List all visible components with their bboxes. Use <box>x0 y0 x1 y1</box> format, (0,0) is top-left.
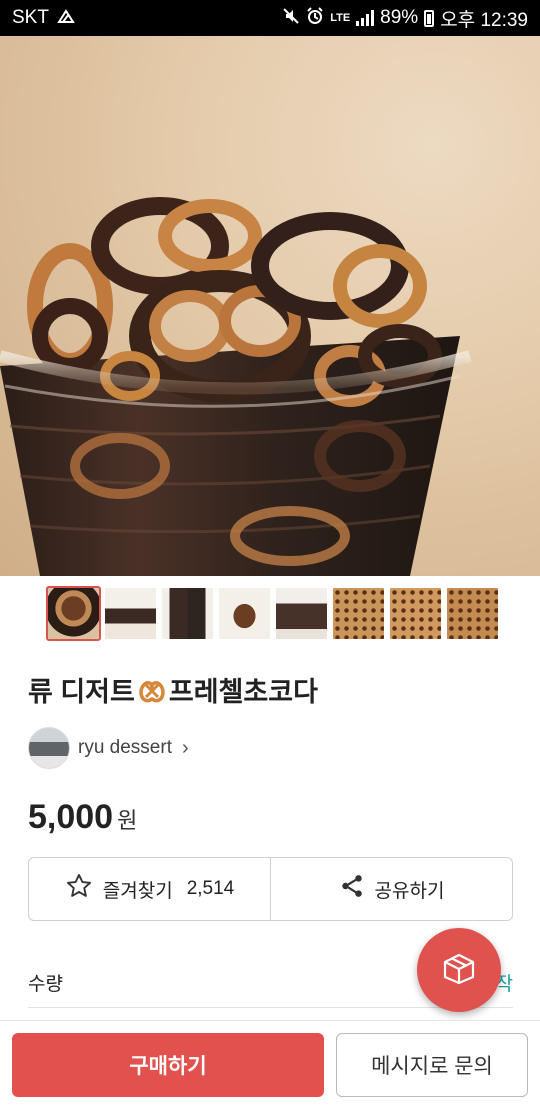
seller-avatar <box>28 727 70 769</box>
thumbnail-2[interactable] <box>105 588 156 639</box>
thumbnail-8[interactable] <box>447 588 498 639</box>
carrier-label: SKT <box>12 7 49 28</box>
share-icon <box>339 873 365 905</box>
favorite-count: 2,514 <box>186 878 235 899</box>
message-inquiry-button[interactable]: 메시지로 문의 <box>336 1033 528 1097</box>
product-main-image[interactable] <box>0 36 540 576</box>
favorite-button[interactable]: 즐겨찾기 2,514 <box>29 858 270 920</box>
box-icon <box>440 949 478 992</box>
network-label: LTE <box>330 11 351 24</box>
alarm-icon <box>306 6 324 30</box>
mute-icon <box>282 7 300 30</box>
clock: 오후 12:39 <box>440 9 528 31</box>
thumbnail-3[interactable] <box>162 588 213 639</box>
price-unit: 원 <box>117 808 138 833</box>
chevron-right-icon: › <box>181 736 189 759</box>
thumbnail-5[interactable] <box>276 588 327 639</box>
thumbnail-6[interactable] <box>333 588 384 639</box>
battery-icon <box>424 9 435 27</box>
share-button[interactable]: 공유하기 <box>270 858 512 920</box>
price-value: 5,000 <box>28 798 114 836</box>
sync-icon <box>57 8 75 29</box>
share-label: 공유하기 <box>374 880 445 902</box>
thumbnail-4[interactable] <box>219 588 270 639</box>
thumbnail-strip <box>46 586 498 641</box>
status-right: LTE 89% 오후 12:39 <box>282 5 528 32</box>
product-title-part2: 프레첼초코다 <box>168 677 318 707</box>
pretzel-icon <box>137 675 167 705</box>
favorite-label: 즐겨찾기 <box>102 880 173 902</box>
battery-percent: 89% <box>380 7 419 28</box>
floating-cart-button[interactable] <box>417 928 501 1012</box>
buy-button[interactable]: 구매하기 <box>12 1033 324 1097</box>
seller-link[interactable]: ryu dessert › <box>28 727 189 769</box>
quantity-label: 수량 <box>28 974 63 995</box>
seller-name: ryu dessert <box>78 737 172 758</box>
star-icon <box>65 872 93 906</box>
bottom-action-bar: 구매하기 메시지로 문의 <box>0 1020 540 1110</box>
price: 5,000 원 <box>28 798 137 837</box>
status-bar: SKT LTE 89% 오후 12:39 <box>0 0 540 36</box>
product-title-part1: 류 디저트 <box>28 677 135 707</box>
product-title: 류 디저트 프레첼초코다 <box>28 670 318 709</box>
pretzel-cup-illustration <box>0 197 472 576</box>
status-left: SKT <box>12 7 75 29</box>
thumbnail-1[interactable] <box>46 586 101 641</box>
action-buttons: 즐겨찾기 2,514 공유하기 <box>28 857 513 921</box>
thumbnail-7[interactable] <box>390 588 441 639</box>
signal-icon <box>356 10 375 26</box>
